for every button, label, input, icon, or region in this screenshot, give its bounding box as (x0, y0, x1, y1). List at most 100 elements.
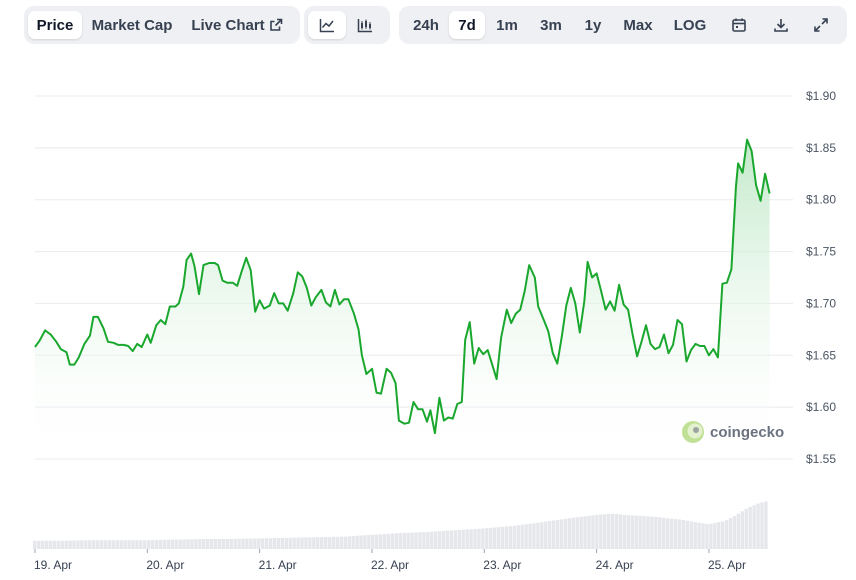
volume-bar (84, 540, 88, 549)
tab-market-cap-label: Market Cap (91, 16, 173, 34)
range-1y-button[interactable]: 1y (573, 11, 613, 39)
candlestick-icon (357, 19, 372, 33)
volume-bar (418, 532, 422, 549)
volume-bar (190, 539, 194, 549)
volume-bar (363, 535, 367, 549)
line-chart-button[interactable] (308, 11, 346, 39)
volume-bar (492, 527, 497, 549)
y-tick-label: $1.55 (806, 452, 836, 466)
coingecko-logo-icon (682, 421, 704, 443)
volume-bar (178, 539, 182, 549)
volume-bar (449, 530, 454, 549)
fullscreen-button[interactable] (801, 11, 841, 39)
volume-bar (646, 516, 650, 549)
volume-bar (280, 537, 285, 549)
tab-live-chart-label: Live Chart (191, 16, 265, 34)
volume-bar (516, 525, 520, 549)
range-24h-button[interactable]: 24h (403, 11, 449, 39)
volume-bar (174, 539, 178, 549)
volume-bar (158, 539, 163, 549)
volume-bar (351, 536, 355, 549)
volume-bar (245, 538, 249, 549)
volume-bar (331, 536, 336, 549)
volume-bar (630, 515, 634, 549)
range-3m-label: 3m (540, 16, 562, 34)
volume-bar (638, 515, 642, 549)
volume-bar (422, 532, 426, 549)
volume-bar (728, 518, 733, 549)
volume-bar (724, 520, 729, 549)
volume-bar (563, 518, 568, 549)
range-7d-button[interactable]: 7d (449, 11, 485, 39)
volume-bar (284, 537, 289, 549)
y-tick-label: $1.80 (806, 193, 836, 207)
volume-bar (347, 536, 351, 549)
volume-bar (583, 516, 587, 549)
date-picker-button[interactable] (717, 11, 761, 39)
watermark: coingecko (682, 421, 784, 443)
volume-bar (673, 519, 678, 549)
volume-bar (658, 517, 662, 549)
volume-bar (80, 540, 84, 549)
x-tick-label: 20. Apr (146, 558, 184, 572)
volume-bar (147, 540, 151, 549)
volume-bar (182, 539, 186, 549)
volume-bar (595, 514, 599, 549)
tab-market-cap[interactable]: Market Cap (82, 11, 182, 39)
volume-bar (359, 535, 363, 549)
range-1m-button[interactable]: 1m (485, 11, 529, 39)
view-tabs: Price Market Cap Live Chart (24, 6, 300, 44)
volume-bar (748, 506, 752, 549)
chart-toolbar: Price Market Cap Live Chart 24h 7d 1m 3m… (0, 6, 856, 44)
volume-bar (312, 537, 316, 549)
volume-bar (288, 537, 292, 549)
volume-bar (701, 523, 705, 549)
volume-bar (654, 516, 658, 549)
volume-bar (296, 537, 300, 549)
range-24h-label: 24h (413, 16, 439, 34)
range-3m-button[interactable]: 3m (529, 11, 573, 39)
volume-bar (205, 538, 210, 549)
y-axis: $1.90 $1.85 $1.80 $1.75 $1.70 $1.65 $1.60 $1.55 (806, 89, 836, 466)
y-tick-label: $1.75 (806, 245, 836, 259)
volume-bar (261, 538, 265, 549)
x-tick-label: 25. Apr (708, 558, 746, 572)
volume-bar (410, 532, 414, 549)
volume-bar (268, 538, 273, 549)
volume-bar (489, 527, 493, 549)
volume-bar (591, 515, 595, 549)
y-tick-label: $1.85 (806, 141, 836, 155)
volume-bar (371, 534, 375, 549)
volume-bar (316, 537, 320, 549)
volume-bar (131, 540, 135, 549)
volume-bar (166, 539, 171, 549)
volume-bar (642, 516, 646, 549)
volume-bar (402, 532, 406, 549)
volume-bar (437, 531, 442, 549)
x-tick-label: 23. Apr (483, 558, 521, 572)
fullscreen-icon (814, 18, 828, 32)
tab-price[interactable]: Price (28, 11, 82, 39)
candlestick-button[interactable] (346, 11, 384, 39)
range-max-button[interactable]: Max (613, 11, 663, 39)
tab-live-chart[interactable]: Live Chart (182, 11, 292, 39)
volume-bar (524, 524, 528, 549)
volume-bar (575, 517, 579, 549)
volume-bar (225, 538, 230, 549)
volume-bar (512, 525, 517, 549)
volume-bar (229, 538, 233, 549)
price-chart[interactable]: $1.90 $1.85 $1.80 $1.75 $1.70 $1.65 $1.60 $1.55… (0, 0, 856, 580)
log-scale-button[interactable]: LOG (663, 11, 717, 39)
volume-bar (115, 540, 119, 549)
volume-bar (135, 540, 139, 549)
volume-bar (461, 529, 465, 549)
volume-bar (375, 534, 379, 549)
download-button[interactable] (761, 11, 801, 39)
volume-bar (386, 533, 391, 549)
volume-bar (618, 514, 623, 549)
volume-bar (56, 540, 60, 549)
volume-bar (123, 540, 127, 549)
volume-bar (551, 520, 556, 549)
volume-bar (603, 514, 607, 549)
line-chart-icon (319, 19, 334, 33)
